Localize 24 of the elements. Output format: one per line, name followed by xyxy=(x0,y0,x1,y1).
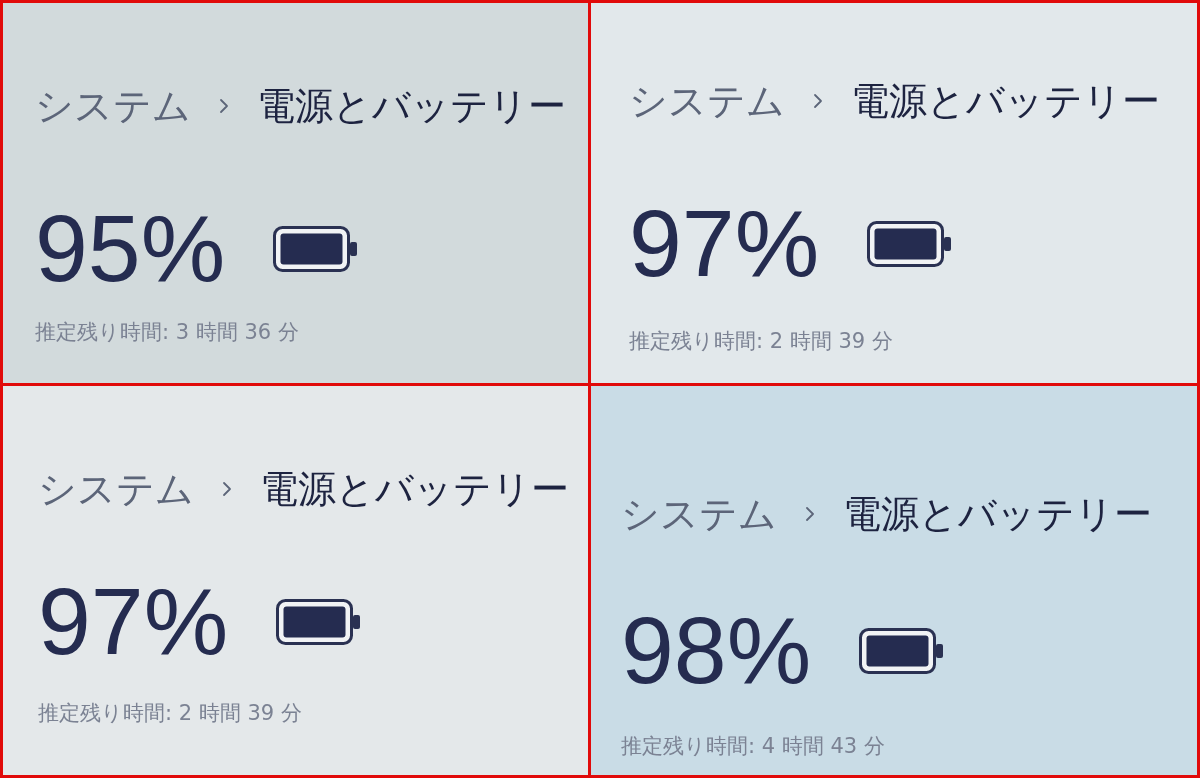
battery-percentage: 97% xyxy=(629,196,820,291)
battery-percentage: 95% xyxy=(35,201,226,296)
battery-percentage: 97% xyxy=(38,574,229,669)
battery-time-estimate: 推定残り時間: 2 時間 39 分 xyxy=(629,328,893,355)
page-title: 電源とバッテリー xyxy=(260,466,569,512)
battery-icon xyxy=(867,220,952,267)
page-title: 電源とバッテリー xyxy=(851,78,1160,124)
chevron-right-icon xyxy=(219,98,229,114)
page-title: 電源とバッテリー xyxy=(257,83,566,129)
breadcrumb-link[interactable]: システム xyxy=(621,491,777,537)
chevron-right-icon xyxy=(813,93,823,109)
battery-icon xyxy=(859,627,944,674)
breadcrumb-link[interactable]: システム xyxy=(629,78,785,124)
battery-icon xyxy=(273,225,358,272)
breadcrumb-link[interactable]: システム xyxy=(38,466,194,512)
battery-time-estimate: 推定残り時間: 2 時間 39 分 xyxy=(38,700,302,727)
battery-icon xyxy=(276,598,361,645)
battery-percentage: 98% xyxy=(621,603,812,698)
battery-time-estimate: 推定残り時間: 3 時間 36 分 xyxy=(35,319,299,346)
chevron-right-icon xyxy=(222,481,232,497)
page-title: 電源とバッテリー xyxy=(843,491,1152,537)
chevron-right-icon xyxy=(805,506,815,522)
battery-time-estimate: 推定残り時間: 4 時間 43 分 xyxy=(621,733,885,760)
breadcrumb-link[interactable]: システム xyxy=(35,83,191,129)
